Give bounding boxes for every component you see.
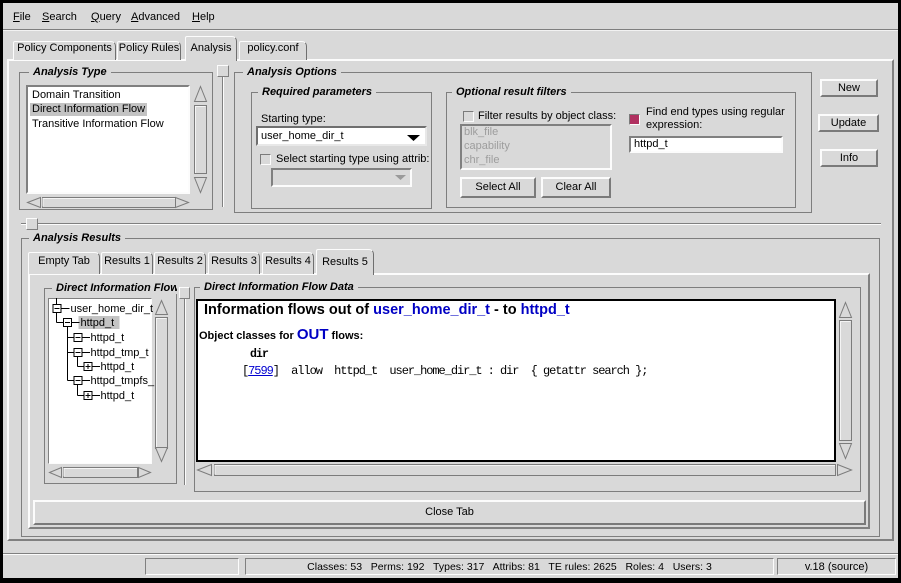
svg-text:httpd_tmp_t: httpd_tmp_t [91, 347, 149, 359]
svg-text:httpd_t: httpd_t [101, 361, 135, 373]
svg-text:httpd_t: httpd_t [81, 317, 115, 329]
svg-text:httpd_t: httpd_t [91, 332, 125, 344]
svg-text:user_home_dir_t: user_home_dir_t [71, 303, 154, 315]
svg-text:httpd_tmpfs_: httpd_tmpfs_ [91, 375, 155, 387]
svg-text:httpd_t: httpd_t [101, 390, 135, 402]
